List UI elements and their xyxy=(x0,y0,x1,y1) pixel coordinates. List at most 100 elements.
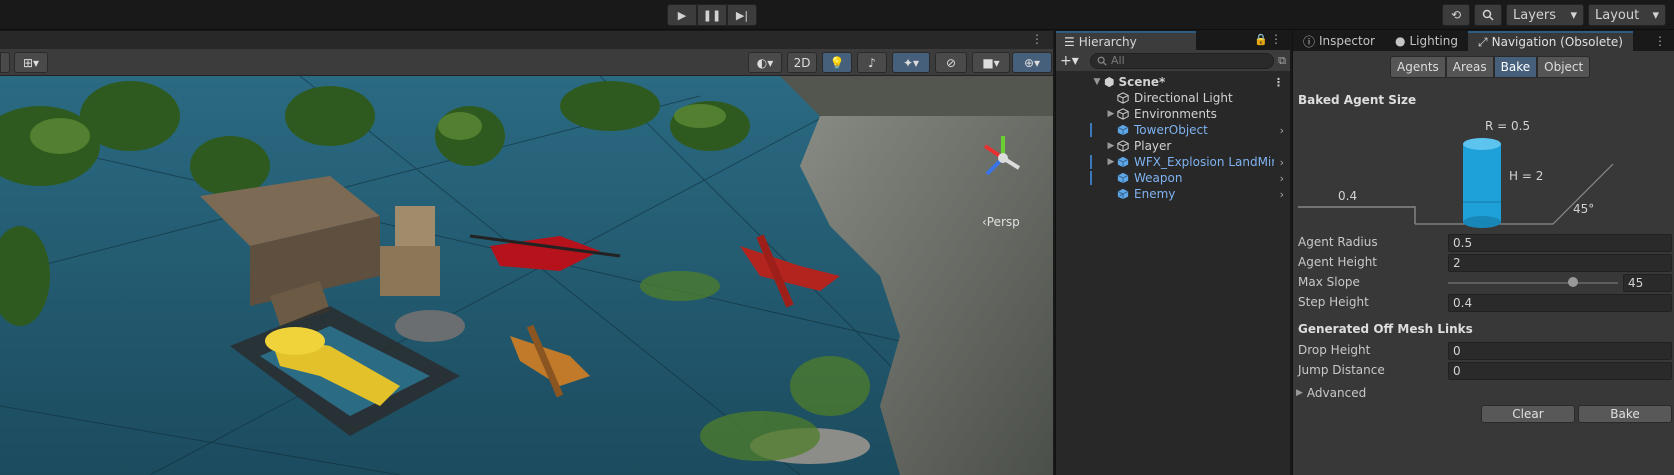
expand-arrow-icon[interactable]: ▼ xyxy=(1092,77,1102,87)
expand-arrow-icon[interactable]: ▶ xyxy=(1106,157,1116,167)
agent-radius-label: Agent Radius xyxy=(1298,235,1378,249)
hierarchy-item-towerobject[interactable]: TowerObject › xyxy=(1056,122,1290,138)
item-label: TowerObject xyxy=(1134,123,1208,137)
panel-menu-icon[interactable]: ⋮ xyxy=(1270,32,1282,46)
scene-menu-icon[interactable]: ⋮ xyxy=(1273,76,1284,89)
drop-height-label: Drop Height xyxy=(1298,343,1371,357)
scene-render xyxy=(0,76,1053,475)
gizmos-dropdown[interactable]: ⊕▾ xyxy=(1012,52,1052,73)
layout-dropdown[interactable]: Layout ▾ xyxy=(1588,4,1666,26)
prefab-override-marker xyxy=(1090,155,1092,169)
tab-inspector[interactable]: ⓘ Inspector xyxy=(1293,31,1385,51)
perspective-label[interactable]: ‹Persp xyxy=(982,215,1020,229)
hierarchy-item-wfx-explosion[interactable]: ▶ WFX_Explosion LandMine › xyxy=(1056,154,1290,170)
max-slope-slider[interactable] xyxy=(1448,274,1618,292)
step-button[interactable]: ▶| xyxy=(727,4,757,26)
drop-height-field[interactable]: 0 xyxy=(1448,342,1672,360)
scene-root-row[interactable]: ▼ ⬢ Scene* ⋮ xyxy=(1056,74,1290,90)
foldout-arrow-icon: ▶ xyxy=(1296,388,1303,398)
expand-arrow-icon[interactable]: ▶ xyxy=(1106,141,1116,151)
advanced-foldout[interactable]: ▶ Advanced xyxy=(1296,386,1366,400)
playmode-controls: ▶ ❚❚ ▶| xyxy=(667,4,757,26)
filter-icon[interactable]: ⧉ xyxy=(1278,54,1286,68)
expand-arrow-icon[interactable]: ▶ xyxy=(1106,109,1116,119)
chevron-right-icon[interactable]: › xyxy=(1280,188,1284,201)
item-label: Enemy xyxy=(1134,187,1176,201)
advanced-label: Advanced xyxy=(1306,386,1367,400)
item-label: Weapon xyxy=(1134,171,1183,185)
hierarchy-item-enemy[interactable]: Enemy › xyxy=(1056,186,1290,202)
pause-button[interactable]: ❚❚ xyxy=(697,4,727,26)
tab-areas[interactable]: Areas xyxy=(1445,56,1494,78)
gameobject-cube-icon xyxy=(1117,108,1129,120)
chevron-right-icon[interactable]: › xyxy=(1280,124,1284,137)
play-button[interactable]: ▶ xyxy=(667,4,697,26)
chevron-right-icon[interactable]: › xyxy=(1280,172,1284,185)
list-icon: ☰ xyxy=(1064,34,1075,49)
add-button[interactable]: +▾ xyxy=(1060,53,1086,69)
grid-snap-button[interactable]: ⊞▾ xyxy=(14,52,48,73)
step-height-label: Step Height xyxy=(1298,295,1369,309)
agent-height-label: Agent Height xyxy=(1298,255,1378,269)
chevron-down-icon: ▾ xyxy=(1652,7,1659,23)
agent-height-field[interactable]: 2 xyxy=(1448,254,1672,272)
tab-hierarchy[interactable]: ☰ Hierarchy xyxy=(1056,31,1196,50)
panel-menu-icon[interactable]: ⋮ xyxy=(1031,32,1043,46)
audio-toggle[interactable]: ♪ xyxy=(857,52,887,73)
jump-distance-field[interactable]: 0 xyxy=(1448,362,1672,380)
search-button[interactable] xyxy=(1474,4,1502,26)
step-height-field[interactable]: 0.4 xyxy=(1448,294,1672,312)
tab-navigation[interactable]: ⤢ Navigation (Obsolete) xyxy=(1468,31,1633,51)
effects-dropdown[interactable]: ✦▾ xyxy=(892,52,930,73)
2d-toggle[interactable]: 2D xyxy=(787,52,817,73)
pause-icon: ❚❚ xyxy=(702,8,722,22)
slider-thumb[interactable] xyxy=(1568,277,1578,287)
camera-dropdown[interactable]: ■▾ xyxy=(972,52,1010,73)
hierarchy-search-row: +▾ All ⧉ xyxy=(1056,50,1290,71)
agent-radius-field[interactable]: 0.5 xyxy=(1448,234,1672,252)
history-button[interactable]: ⟲ xyxy=(1442,4,1470,26)
hierarchy-item-player[interactable]: ▶ Player xyxy=(1056,138,1290,154)
chevron-right-icon[interactable]: › xyxy=(1280,156,1284,169)
chevron-down-icon: ▾ xyxy=(1570,7,1577,23)
panel-menu-icon[interactable]: ⋮ xyxy=(1654,31,1666,51)
draw-mode-dropdown[interactable]: ◐▾ xyxy=(748,52,782,73)
item-label: Directional Light xyxy=(1134,91,1233,105)
lightbulb-icon: ● xyxy=(1395,34,1406,48)
tab-label: Inspector xyxy=(1319,34,1375,48)
diagram-height-label: H = 2 xyxy=(1509,169,1544,183)
hidden-toggle[interactable]: ⊘ xyxy=(935,52,967,73)
tab-object[interactable]: Object xyxy=(1537,56,1591,78)
bake-button[interactable]: Bake xyxy=(1578,405,1672,423)
max-slope-field[interactable]: 45 xyxy=(1623,274,1672,292)
prefab-cube-icon xyxy=(1117,124,1129,136)
scene-tabbar: ⋮ xyxy=(0,31,1053,49)
info-icon: ⓘ xyxy=(1303,34,1316,49)
offmesh-links-header: Generated Off Mesh Links xyxy=(1298,322,1473,336)
tab-bake[interactable]: Bake xyxy=(1493,56,1538,78)
search-icon xyxy=(1482,9,1494,21)
prefab-variant-icon xyxy=(1117,188,1129,200)
lighting-toggle[interactable]: 💡 xyxy=(822,52,852,73)
prefab-override-marker xyxy=(1090,171,1092,185)
gameobject-cube-icon xyxy=(1117,92,1129,104)
camera-icon: ■▾ xyxy=(982,55,1000,70)
item-label: Player xyxy=(1134,139,1172,153)
hierarchy-search-input[interactable]: All xyxy=(1090,52,1275,69)
tab-lighting[interactable]: ● Lighting xyxy=(1385,31,1468,51)
clear-button[interactable]: Clear xyxy=(1481,405,1575,423)
hierarchy-item-environments[interactable]: ▶ Environments xyxy=(1056,106,1290,122)
hierarchy-item-directional-light[interactable]: Directional Light xyxy=(1056,90,1290,106)
tab-agents[interactable]: Agents xyxy=(1390,56,1446,78)
transform-tool-button[interactable] xyxy=(0,52,10,73)
navigation-icon: ⤢ xyxy=(1478,34,1488,49)
scene-viewport[interactable]: ‹Persp xyxy=(0,76,1053,475)
item-label: Environments xyxy=(1134,107,1217,121)
lock-icon[interactable]: 🔒 xyxy=(1254,33,1268,46)
gameobject-cube-icon xyxy=(1117,140,1129,152)
scene-toolbar: ⊞▾ ◐▾ 2D 💡 ♪ ✦▾ ⊘ ■▾ ⊕▾ xyxy=(0,49,1053,76)
prefab-override-marker xyxy=(1090,123,1092,137)
hierarchy-item-weapon[interactable]: Weapon › xyxy=(1056,170,1290,186)
layers-dropdown[interactable]: Layers ▾ xyxy=(1506,4,1584,26)
hierarchy-panel: ☰ Hierarchy 🔒 ⋮ +▾ All ⧉ ▼ ⬢ Scene* ⋮ Di… xyxy=(1055,31,1290,475)
